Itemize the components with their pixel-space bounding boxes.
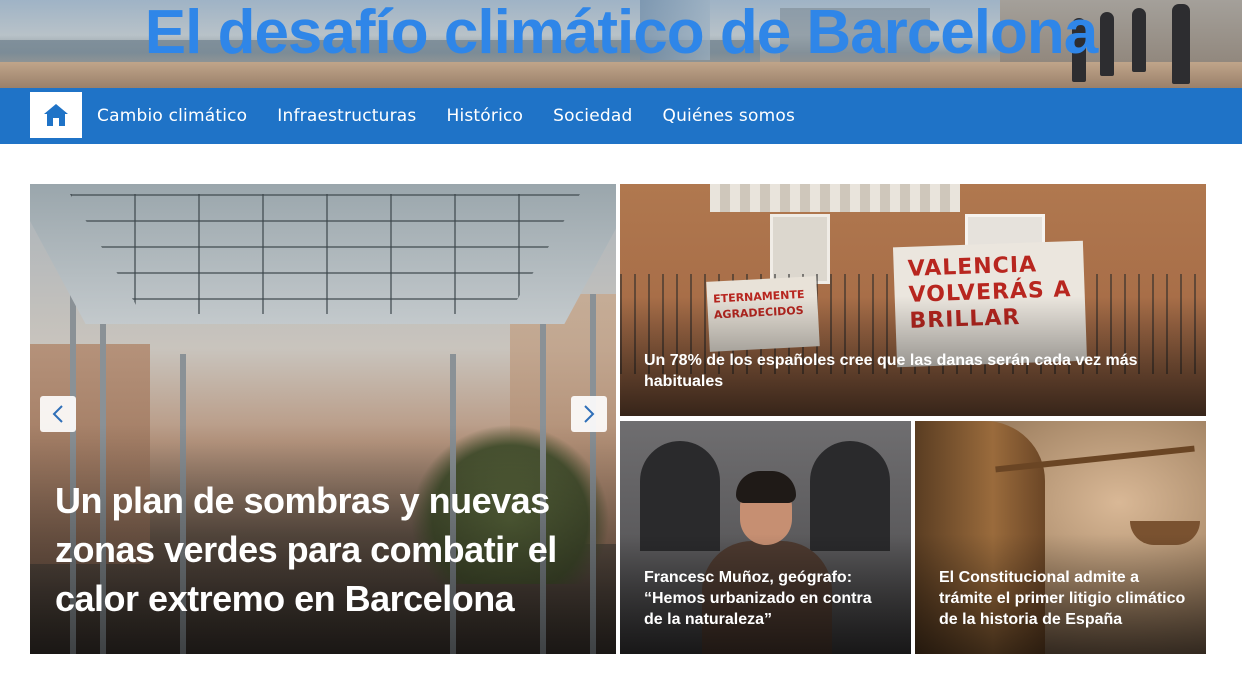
nav-item-infraestructuras[interactable]: Infraestructuras <box>277 106 416 126</box>
nav-item-sociedad[interactable]: Sociedad <box>553 106 632 126</box>
main-nav: Cambio climático Infraestructuras Histór… <box>0 88 1242 144</box>
news-card-constitucional[interactable]: El Constitucional admite a trámite el pr… <box>915 421 1206 654</box>
news-card-danas[interactable]: ETERNAMENTE AGRADECIDOS VALENCIA VOLVERÁ… <box>620 184 1206 416</box>
site-title[interactable]: El desafío climático de Barcelona <box>0 0 1242 68</box>
card-image-awning <box>710 184 960 212</box>
hero-title[interactable]: Un plan de sombras y nuevas zonas verdes… <box>55 476 600 623</box>
card-title[interactable]: El Constitucional admite a trámite el pr… <box>939 567 1189 630</box>
news-card-francesc-munoz[interactable]: Francesc Muñoz, geógrafo: “Hemos urbaniz… <box>620 421 911 654</box>
slider-prev-button[interactable] <box>40 396 76 432</box>
home-icon <box>44 104 68 126</box>
nav-menu: Cambio climático Infraestructuras Histór… <box>97 88 825 144</box>
card-title[interactable]: Un 78% de los españoles cree que las dan… <box>644 350 1164 392</box>
nav-item-cambio-climatico[interactable]: Cambio climático <box>97 106 247 126</box>
nav-item-quienes-somos[interactable]: Quiénes somos <box>663 106 796 126</box>
hero-slide[interactable]: Un plan de sombras y nuevas zonas verdes… <box>30 184 616 654</box>
nav-item-historico[interactable]: Histórico <box>446 106 523 126</box>
header-banner: El desafío climático de Barcelona <box>0 0 1242 88</box>
slider-next-button[interactable] <box>571 396 607 432</box>
hero-canopy-grid <box>70 194 580 314</box>
chevron-left-icon <box>52 405 63 423</box>
home-button[interactable] <box>30 92 82 138</box>
card-image-hair <box>736 471 796 503</box>
chevron-right-icon <box>584 405 595 423</box>
card-title[interactable]: Francesc Muñoz, geógrafo: “Hemos urbaniz… <box>644 567 889 630</box>
